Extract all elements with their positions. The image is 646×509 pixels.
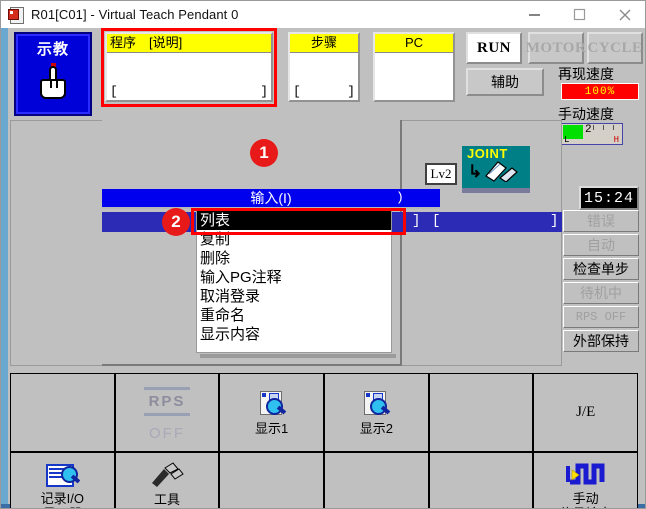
level-chip[interactable]: Lv2 [425,163,457,185]
pendant-screen: 示教 程序 [说明] [ ] 步骤 [] PC RUN MOTOR CYCLE… [1,28,645,508]
status-button-cycle[interactable]: CYCLE [587,32,643,64]
replay-speed-value: 100% [561,83,639,100]
maximize-icon[interactable] [557,1,602,28]
menu-item-pg-comment[interactable]: 输入PG注释 [197,268,391,287]
status-check-step: 检查单步 [563,258,639,280]
robot-arm-icon [485,161,518,182]
joint-chip-underline [462,188,530,193]
app-robot-icon [7,6,25,24]
close-icon[interactable] [602,1,645,28]
tab-program-bracket-left: [ [110,84,118,99]
fkey-tool-1[interactable]: 工具 1 [114,452,220,508]
joint-mode-chip[interactable]: JOINT ↳ [462,146,530,188]
fkey-blank-4[interactable] [323,452,429,508]
aux-button[interactable]: 辅助 [466,68,544,96]
hand-pointer-icon [36,62,70,102]
rps-line-top [143,386,190,390]
annotation-badge-2: 2 [162,208,190,236]
tab-program-brackets: [ ] [110,84,268,99]
fkey-rps-label: RPS [148,392,186,410]
joint-rotate-arrow-icon: ↳ [468,162,483,181]
status-bar-input-label: 输入(I) [250,190,292,206]
fkey-manual-signal-label-1: 手动 [572,491,599,506]
minimize-icon[interactable] [512,1,557,28]
manual-speed-label: 手动速度 [558,106,614,122]
status-rps-off: RPS OFF [563,306,639,328]
status-bar-paren: ) [396,190,404,205]
dropdown-shadow [200,354,396,358]
magnify-document-icon [257,390,287,418]
fkey-tool-label-1: 工具 [153,492,180,507]
fkey-display-1[interactable]: 显示1 [219,373,324,452]
fkey-manual-signal-output[interactable]: 手动 信号输出 [533,452,638,508]
status-auto: 自动 [563,234,639,256]
status-error: 错误 [563,210,639,232]
status-bar-input: 输入(I) ) [102,189,440,209]
status-standby: 待机中 [563,282,639,304]
tab-program-bracket-right: ] [260,84,268,99]
right-status-column: 错误 自动 检查单步 待机中 RPS OFF 外部保持 [563,210,639,354]
screen-frame-left [1,28,8,508]
virtual-teach-pendant-window: R01[C01] - Virtual Teach Pendant 0 示教 程序… [0,0,646,509]
fkey-je[interactable]: J/E [533,373,638,452]
teach-mode-label: 示教 [36,41,69,58]
status-external-hold: 外部保持 [563,330,639,352]
tab-step-body[interactable]: [ ] [290,53,358,100]
magnify-document-icon [361,390,391,418]
menu-item-list[interactable]: 列表 [197,211,391,230]
joint-mode-label: JOINT [467,146,508,161]
fkey-rps-off[interactable]: RPS OFF [114,373,220,452]
fkey-display-2[interactable]: 显示2 [323,373,429,452]
lines-magnify-icon [45,462,81,488]
manual-speed-gauge[interactable]: 2 L H [561,123,623,145]
edit-dropdown-menu[interactable]: 列表 复制 删除 输入PG注释 取消登录 重命名 显示内容 [196,210,392,353]
manual-speed-low: L [564,135,570,145]
title-bar: R01[C01] - Virtual Teach Pendant 0 [1,1,645,28]
tab-step[interactable]: 步骤 [ ] [288,32,360,102]
clock-display: 15:24 [579,186,639,210]
teach-mode-button[interactable]: 示教 [14,32,92,116]
manual-speed-high: H [613,135,619,145]
tab-pc[interactable]: PC [373,32,455,102]
status-button-run[interactable]: RUN [466,32,522,64]
fkey-blank-2[interactable] [428,373,534,452]
annotation-badge-1: 1 [250,139,278,167]
menu-item-unregister[interactable]: 取消登录 [197,287,391,306]
tab-step-bracket-left: [ [293,84,301,99]
tab-pc-body[interactable] [375,53,453,100]
menu-item-rename[interactable]: 重命名 [197,306,391,325]
tab-program[interactable]: 程序 [说明] [ ] [105,32,273,102]
fkey-blank-3[interactable] [219,452,324,508]
status-bar-bracket-a: ] [412,213,421,229]
fkey-blank-1[interactable] [10,373,115,452]
tab-program-body[interactable]: [ ] [107,53,271,100]
status-button-motor[interactable]: MOTOR [526,32,586,64]
tool-icon [151,462,184,487]
pulse-signal-icon [565,463,605,485]
menu-item-copy[interactable]: 复制 [197,230,391,249]
replay-speed-label: 再现速度 [558,66,614,82]
fkey-rps-state: OFF [148,424,185,442]
tab-step-brackets: [ ] [293,84,355,99]
tab-pc-header: PC [375,34,453,53]
fkey-je-label: J/E [576,404,596,420]
fkey-record-io-label-1: 记录I/O [40,491,84,506]
fkey-record-io[interactable]: 记录I/O 显示器 [10,452,115,508]
tab-program-header: 程序 [说明] [107,34,271,53]
status-bar-bracket-c: ] [550,213,559,229]
fkey-display-1-label: 显示1 [255,420,289,436]
tab-step-bracket-right: ] [347,84,355,99]
window-controls [512,1,645,28]
tab-step-header: 步骤 [290,34,358,53]
rps-line-bottom [143,412,190,416]
manual-speed-value: 2 [585,124,592,136]
function-key-grid: RPS OFF 显示1 显示2 J/E 记录I/O 工具 手动 [10,373,638,508]
menu-item-delete[interactable]: 删除 [197,249,391,268]
window-title: R01[C01] - Virtual Teach Pendant 0 [31,7,239,22]
menu-item-show-content[interactable]: 显示内容 [197,325,391,344]
fkey-display-2-label: 显示2 [359,420,393,436]
status-bar-bracket-b: [ [432,213,441,229]
fkey-blank-5[interactable] [428,452,534,508]
